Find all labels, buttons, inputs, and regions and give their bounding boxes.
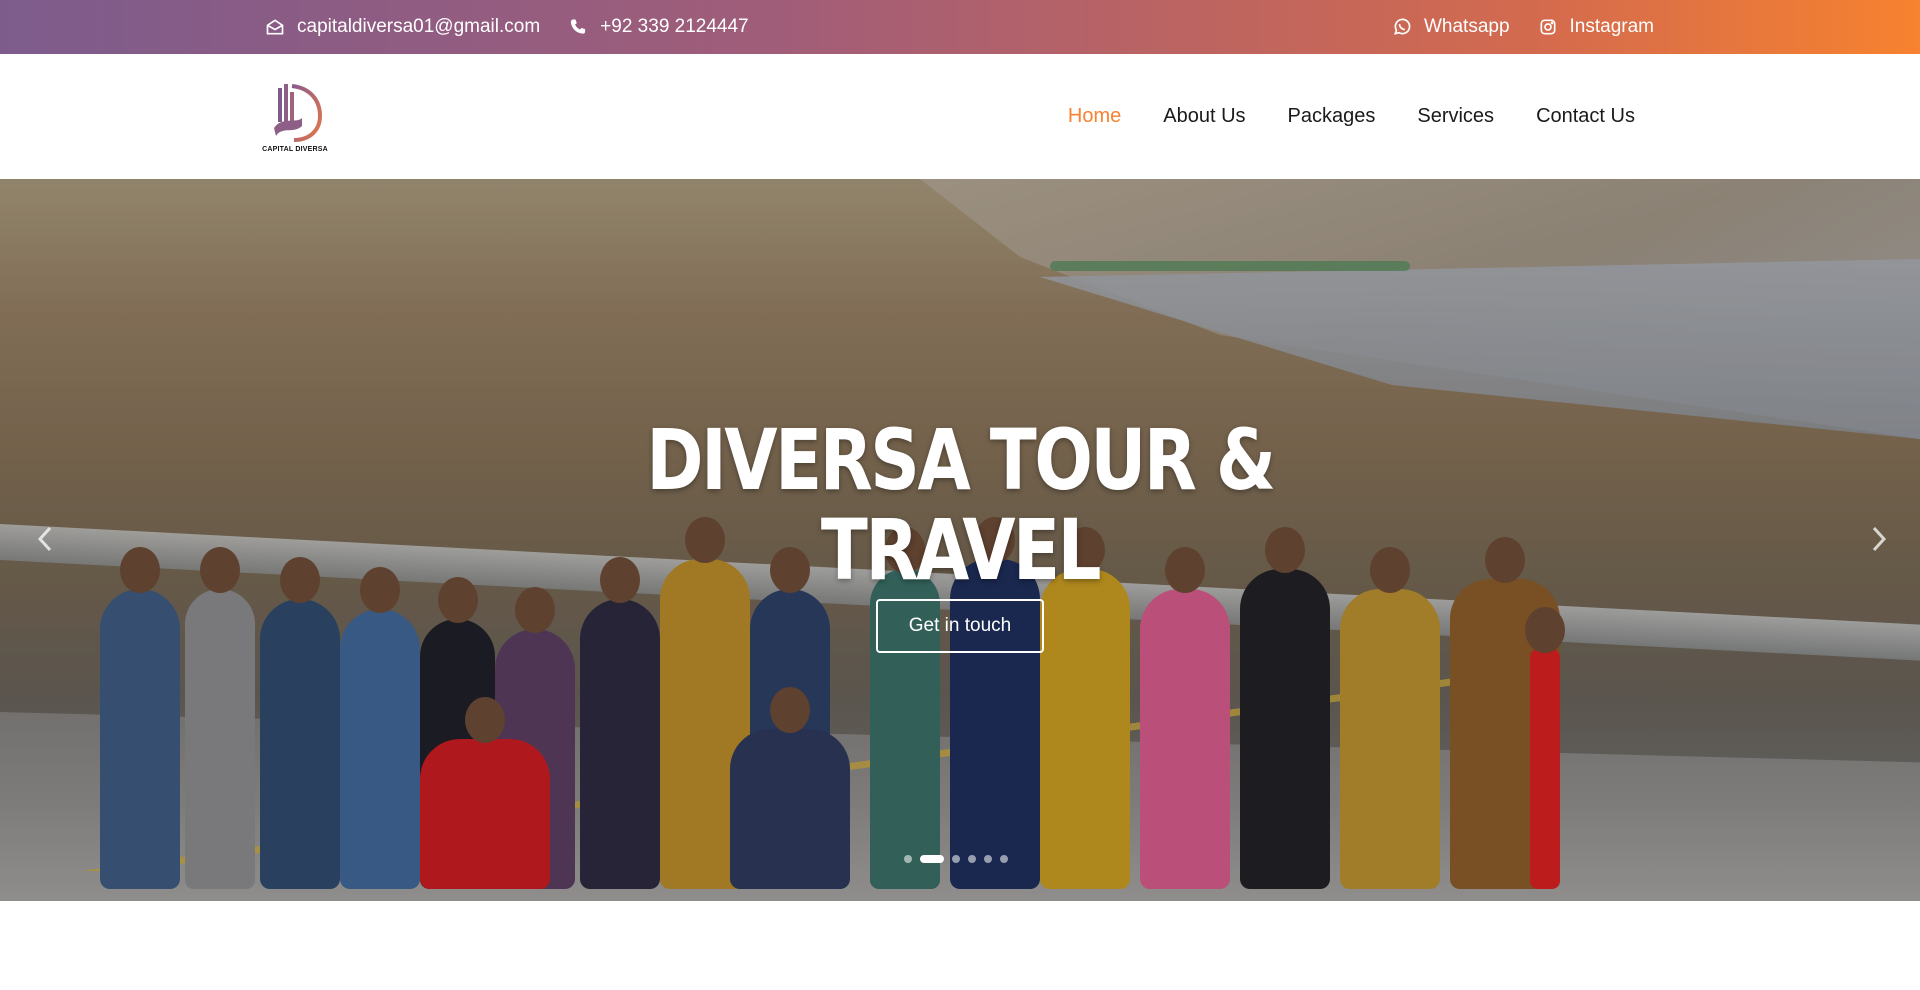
carousel-indicator[interactable] [968, 855, 976, 863]
email-text: capitaldiversa01@gmail.com [297, 16, 541, 37]
carousel-indicator[interactable] [1000, 855, 1008, 863]
carousel-indicator-active[interactable] [920, 855, 944, 863]
whatsapp-label: Whatsapp [1423, 16, 1510, 37]
brand-logo[interactable]: CAPITAL DIVERSA [262, 78, 328, 158]
whatsapp-link[interactable]: Whatsapp [1392, 16, 1510, 38]
phone-link[interactable]: +92 339 2124447 [568, 16, 749, 38]
whatsapp-icon [1394, 18, 1411, 35]
hero-title-line2: TRAVEL [820, 501, 1102, 599]
nav-item-packages[interactable]: Packages [1288, 105, 1376, 128]
nav-item-home[interactable]: Home [1068, 105, 1121, 128]
carousel-indicator[interactable] [904, 855, 912, 863]
instagram-icon [1540, 19, 1556, 35]
carousel-indicators [904, 853, 1008, 865]
chevron-right-icon [1872, 526, 1887, 552]
top-contact-bar: capitaldiversa01@gmail.com +92 339 21244… [0, 0, 1920, 54]
carousel-prev-button[interactable] [30, 519, 60, 559]
instagram-link[interactable]: Instagram [1538, 16, 1654, 38]
hero-title: DIVERSA TOUR & TRAVEL [632, 415, 1288, 595]
phone-text: +92 339 2124447 [600, 16, 749, 37]
nav-item-services[interactable]: Services [1417, 105, 1494, 128]
main-nav: Home About Us Packages Services Contact … [1026, 54, 1635, 179]
capital-diversa-logo-icon [274, 84, 323, 142]
phone-icon [571, 19, 586, 34]
contact-info: capitaldiversa01@gmail.com +92 339 21244… [265, 0, 777, 54]
nav-item-contact-us[interactable]: Contact Us [1536, 105, 1635, 128]
get-in-touch-button[interactable]: Get in touch [876, 599, 1044, 653]
hero-title-line1: DIVERSA TOUR & [646, 411, 1276, 509]
main-navbar: CAPITAL DIVERSA Home About Us Packages S… [0, 54, 1920, 179]
instagram-label: Instagram [1569, 16, 1654, 37]
hero-carousel: DIVERSA TOUR & TRAVEL Get in touch [0, 179, 1920, 901]
carousel-next-button[interactable] [1864, 519, 1894, 559]
carousel-indicator[interactable] [952, 855, 960, 863]
logo-text: CAPITAL DIVERSA [262, 146, 328, 153]
carousel-indicator[interactable] [984, 855, 992, 863]
email-link[interactable]: capitaldiversa01@gmail.com [265, 16, 540, 38]
chevron-left-icon [37, 526, 52, 552]
envelope-icon [266, 19, 284, 35]
social-links: Whatsapp Instagram [1364, 0, 1654, 54]
nav-item-about-us[interactable]: About Us [1163, 105, 1245, 128]
